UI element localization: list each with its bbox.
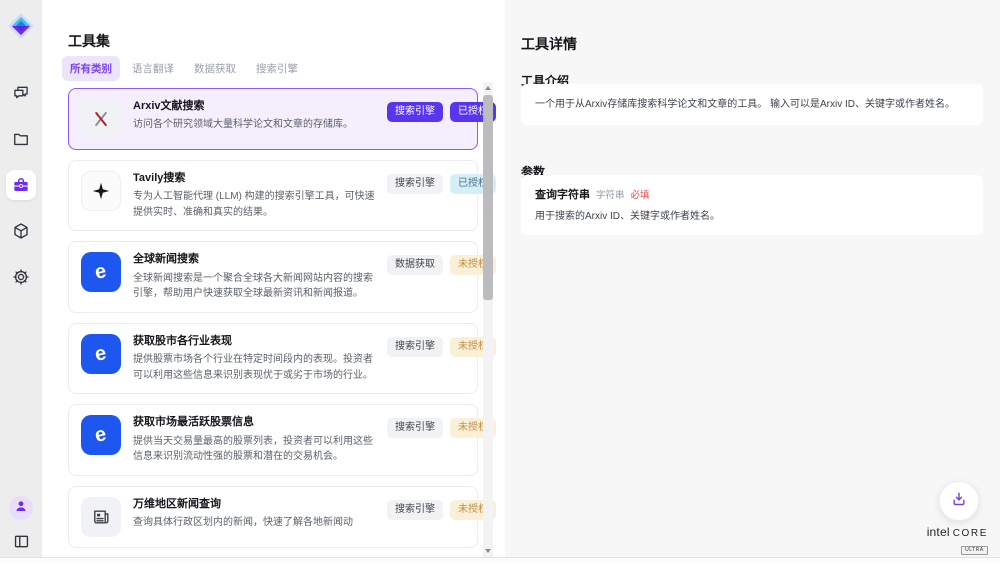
layout-panel-icon [12,532,31,551]
toolbox-icon [11,175,31,195]
tool-icon: e [81,334,121,374]
category-badge: 搜索引擎 [387,337,443,357]
sidebar-item-files[interactable] [6,124,36,154]
intel-core-logo: intel core ULTRA [927,526,988,555]
tool-icon: e [81,252,121,292]
category-tab[interactable]: 语言翻译 [124,56,182,81]
tool-card-text: 全球新闻搜索 全球新闻搜索是一个聚合全球各大新闻网站内容的搜索引擎，帮助用户快速… [133,252,375,301]
tool-card-text: Tavily搜索 专为人工智能代理 (LLM) 构建的搜索引擎工具，可快速提供实… [133,171,375,220]
category-badge: 数据获取 [387,255,443,275]
tool-list-panel: 工具集 所有类别 语言翻译 数据获取 搜索引擎 [42,0,505,563]
ultra-badge: ULTRA [961,546,988,555]
tool-description: 查询具体行政区划内的新闻，快速了解各地新闻动 [133,515,375,531]
category-badge: 搜索引擎 [387,102,443,122]
sidebar-item-chat[interactable] [6,78,36,108]
user-icon [13,498,29,519]
tool-title: 全球新闻搜索 [133,252,375,267]
gear-icon [11,267,31,287]
arxiv-icon [90,108,112,130]
intro-card: 一个用于从Arxiv存储库搜索科学论文和文章的工具。 输入可以是Arxiv ID… [521,84,983,125]
scroll-up-arrow-icon[interactable] [485,86,491,90]
tool-description: 提供股票市场各个行业在特定时间段内的表现。投资者可以利用这些信息来识别表现优于或… [133,352,375,383]
news-search-e-icon: e [93,424,108,446]
tool-badges: 搜索引擎 未授权 [387,334,496,383]
category-tab[interactable]: 数据获取 [186,56,244,81]
tool-title: Tavily搜索 [133,171,375,186]
category-tabs: 所有类别 语言翻译 数据获取 搜索引擎 [62,56,306,81]
sidebar [0,0,42,563]
sidebar-nav [6,78,36,292]
param-description: 用于搜索的Arxiv ID、关键字或作者姓名。 [535,209,969,224]
category-badge: 搜索引擎 [387,418,443,438]
download-button[interactable] [939,481,979,521]
tool-title: 获取股市各行业表现 [133,334,375,349]
tool-title: Arxiv文献搜索 [133,99,375,114]
param-card: 查询字符串 字符串 必填 用于搜索的Arxiv ID、关键字或作者姓名。 [521,175,983,235]
category-tab[interactable]: 所有类别 [62,56,120,81]
tool-description: 访问各个研究领域大量科学论文和文章的存储库。 [133,117,375,133]
tool-card[interactable]: e 全球新闻搜索 全球新闻搜索是一个聚合全球各大新闻网站内容的搜索引擎，帮助用户… [68,241,478,312]
param-name: 查询字符串 [535,186,590,202]
scrollbar-thumb[interactable] [483,95,493,300]
cube-icon [11,221,31,241]
param-required-flag: 必填 [631,187,650,201]
category-badge: 搜索引擎 [387,500,443,520]
tool-card[interactable]: e Arxiv文献搜索 访问各个研究领域大量科学论文和文章的存储库。 搜索引擎 … [68,88,478,150]
folder-icon [11,129,31,149]
scroll-down-arrow-icon[interactable] [485,549,491,553]
tool-card[interactable]: e 获取市场最活跃股票信息 提供当天交易量最高的股票列表，投资者可以利用这些信息… [68,404,478,475]
param-header: 查询字符串 字符串 必填 [535,186,969,202]
detail-title: 工具详情 [521,34,577,54]
tool-detail-panel: 工具详情 工具介绍 一个用于从Arxiv存储库搜索科学论文和文章的工具。 输入可… [505,0,1000,563]
tool-card-text: 获取市场最活跃股票信息 提供当天交易量最高的股票列表，投资者可以利用这些信息来识… [133,415,375,464]
tool-card-text: 万维地区新闻查询 查询具体行政区划内的新闻，快速了解各地新闻动 [133,497,375,537]
tool-card-text: Arxiv文献搜索 访问各个研究领域大量科学论文和文章的存储库。 [133,99,375,139]
sidebar-item-settings[interactable] [6,262,36,292]
tool-badges: 搜索引擎 已授权 [387,99,496,139]
tool-title: 获取市场最活跃股票信息 [133,415,375,430]
news-search-e-icon: e [93,261,108,283]
chat-icon [11,83,31,103]
tool-card[interactable]: e 万维地区新闻查询 查询具体行政区划内的新闻，快速了解各地新闻动 搜索引擎 未… [68,486,478,548]
tool-badges: 搜索引擎 未授权 [387,415,496,464]
tool-icon: e [81,171,121,211]
tool-icon: e [81,415,121,455]
window-bottom-strip [0,558,1000,563]
collapse-sidebar-button[interactable] [9,529,33,553]
intel-wordmark: intel [927,526,950,538]
tool-description: 专为人工智能代理 (LLM) 构建的搜索引擎工具，可快速提供实时、准确和真实的结… [133,189,375,220]
tool-description: 提供当天交易量最高的股票列表，投资者可以利用这些信息来识别流动性强的股票和潜在的… [133,434,375,465]
tool-card-list: e Arxiv文献搜索 访问各个研究领域大量科学论文和文章的存储库。 搜索引擎 … [68,88,478,548]
tool-card[interactable]: e 获取股市各行业表现 提供股票市场各个行业在特定时间段内的表现。投资者可以利用… [68,323,478,394]
category-badge: 搜索引擎 [387,174,443,194]
tool-badges: 数据获取 未授权 [387,252,496,301]
list-scrollbar[interactable] [483,82,493,557]
sidebar-item-toolbox[interactable] [6,170,36,200]
tool-card[interactable]: e Tavily搜索 专为人工智能代理 (LLM) 构建的搜索引擎工具，可快速提… [68,160,478,231]
page-title: 工具集 [68,31,110,51]
tool-title: 万维地区新闻查询 [133,497,375,512]
tool-icon: e [81,99,121,139]
param-type: 字符串 [596,187,625,201]
tool-card-text: 获取股市各行业表现 提供股票市场各个行业在特定时间段内的表现。投资者可以利用这些… [133,334,375,383]
intro-text: 一个用于从Arxiv存储库搜索科学论文和文章的工具。 输入可以是Arxiv ID… [535,97,969,112]
news-search-e-icon: e [93,343,108,365]
tool-badges: 搜索引擎 已授权 [387,171,496,220]
tool-icon: e [81,497,121,537]
tavily-star-icon [90,180,112,202]
core-wordmark: core [953,529,988,539]
tool-badges: 搜索引擎 未授权 [387,497,496,537]
newspaper-icon [90,506,112,528]
tool-description: 全球新闻搜索是一个聚合全球各大新闻网站内容的搜索引擎，帮助用户快速获取全球最新资… [133,271,375,302]
category-tab[interactable]: 搜索引擎 [248,56,306,81]
user-avatar[interactable] [9,496,33,520]
sidebar-bottom [9,496,33,553]
brand-gem-logo [7,12,35,40]
sidebar-item-models[interactable] [6,216,36,246]
download-icon [950,490,968,513]
